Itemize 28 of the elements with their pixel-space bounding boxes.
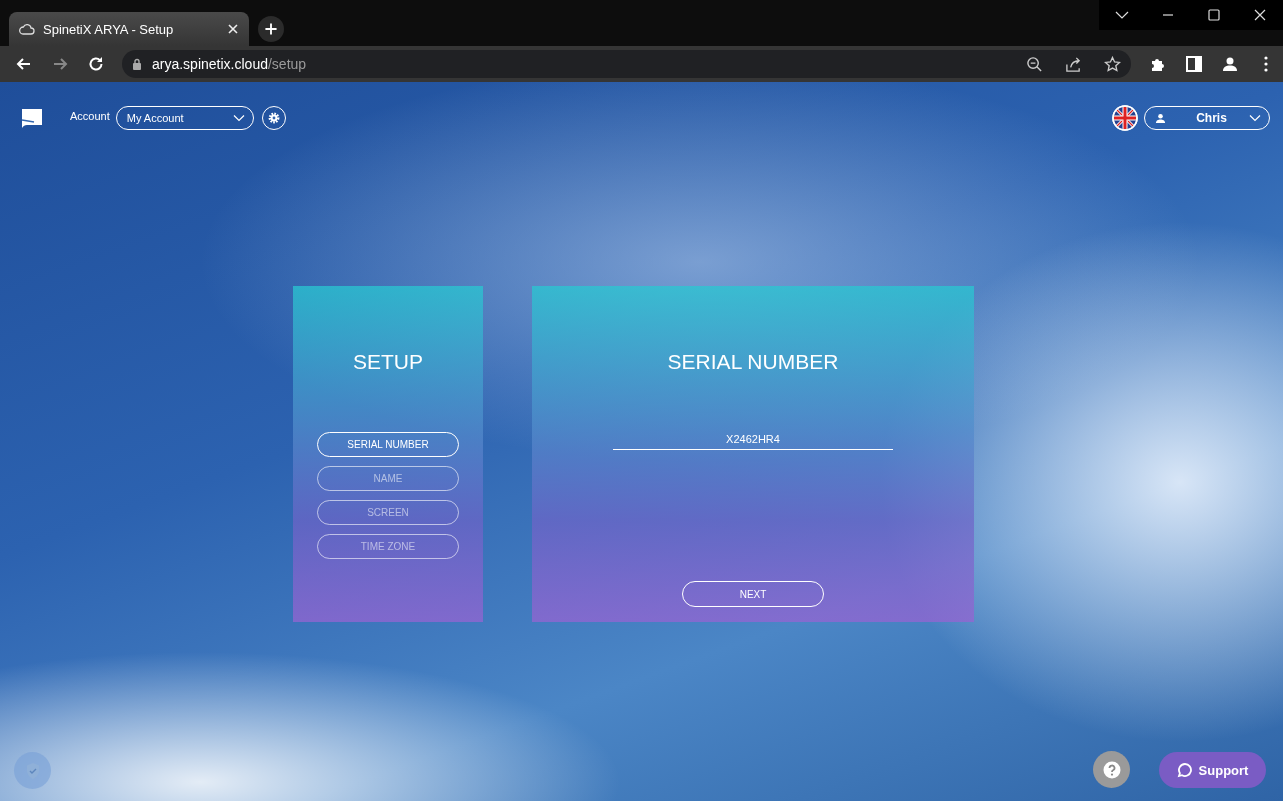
shield-icon bbox=[24, 761, 41, 780]
side-panel-icon[interactable] bbox=[1185, 55, 1203, 73]
logo-icon[interactable] bbox=[20, 107, 44, 129]
zoom-out-icon[interactable] bbox=[1026, 55, 1043, 73]
settings-icon bbox=[266, 111, 281, 125]
user-icon bbox=[1155, 112, 1166, 124]
address-field[interactable]: arya.spinetix.cloud/setup bbox=[122, 50, 1131, 78]
panel-title: SERIAL NUMBER bbox=[667, 350, 839, 374]
chat-bubble-icon bbox=[1176, 762, 1193, 778]
help-button[interactable] bbox=[1093, 751, 1130, 788]
chevron-down-icon bbox=[232, 114, 245, 122]
account-label: Account bbox=[70, 110, 110, 122]
flag-icon[interactable] bbox=[1112, 105, 1138, 131]
close-icon[interactable] bbox=[227, 23, 239, 35]
cloud-icon bbox=[19, 21, 35, 37]
support-button[interactable]: Support bbox=[1159, 752, 1266, 788]
share-icon[interactable] bbox=[1065, 55, 1082, 73]
new-tab-icon[interactable] bbox=[258, 16, 284, 42]
url-text: arya.spinetix.cloud/setup bbox=[152, 56, 307, 72]
star-icon[interactable] bbox=[1104, 55, 1121, 73]
question-mark-icon bbox=[1102, 760, 1121, 779]
browser-tab[interactable]: SpinetiX ARYA - Setup bbox=[9, 12, 249, 46]
tab-title: SpinetiX ARYA - Setup bbox=[43, 21, 175, 37]
lock-icon bbox=[132, 58, 142, 70]
profile-icon[interactable] bbox=[1221, 55, 1239, 73]
chevron-down-icon bbox=[1249, 114, 1261, 122]
panel-title: SETUP bbox=[353, 350, 423, 374]
serial-number-field[interactable]: X2462HR4 bbox=[613, 430, 893, 450]
